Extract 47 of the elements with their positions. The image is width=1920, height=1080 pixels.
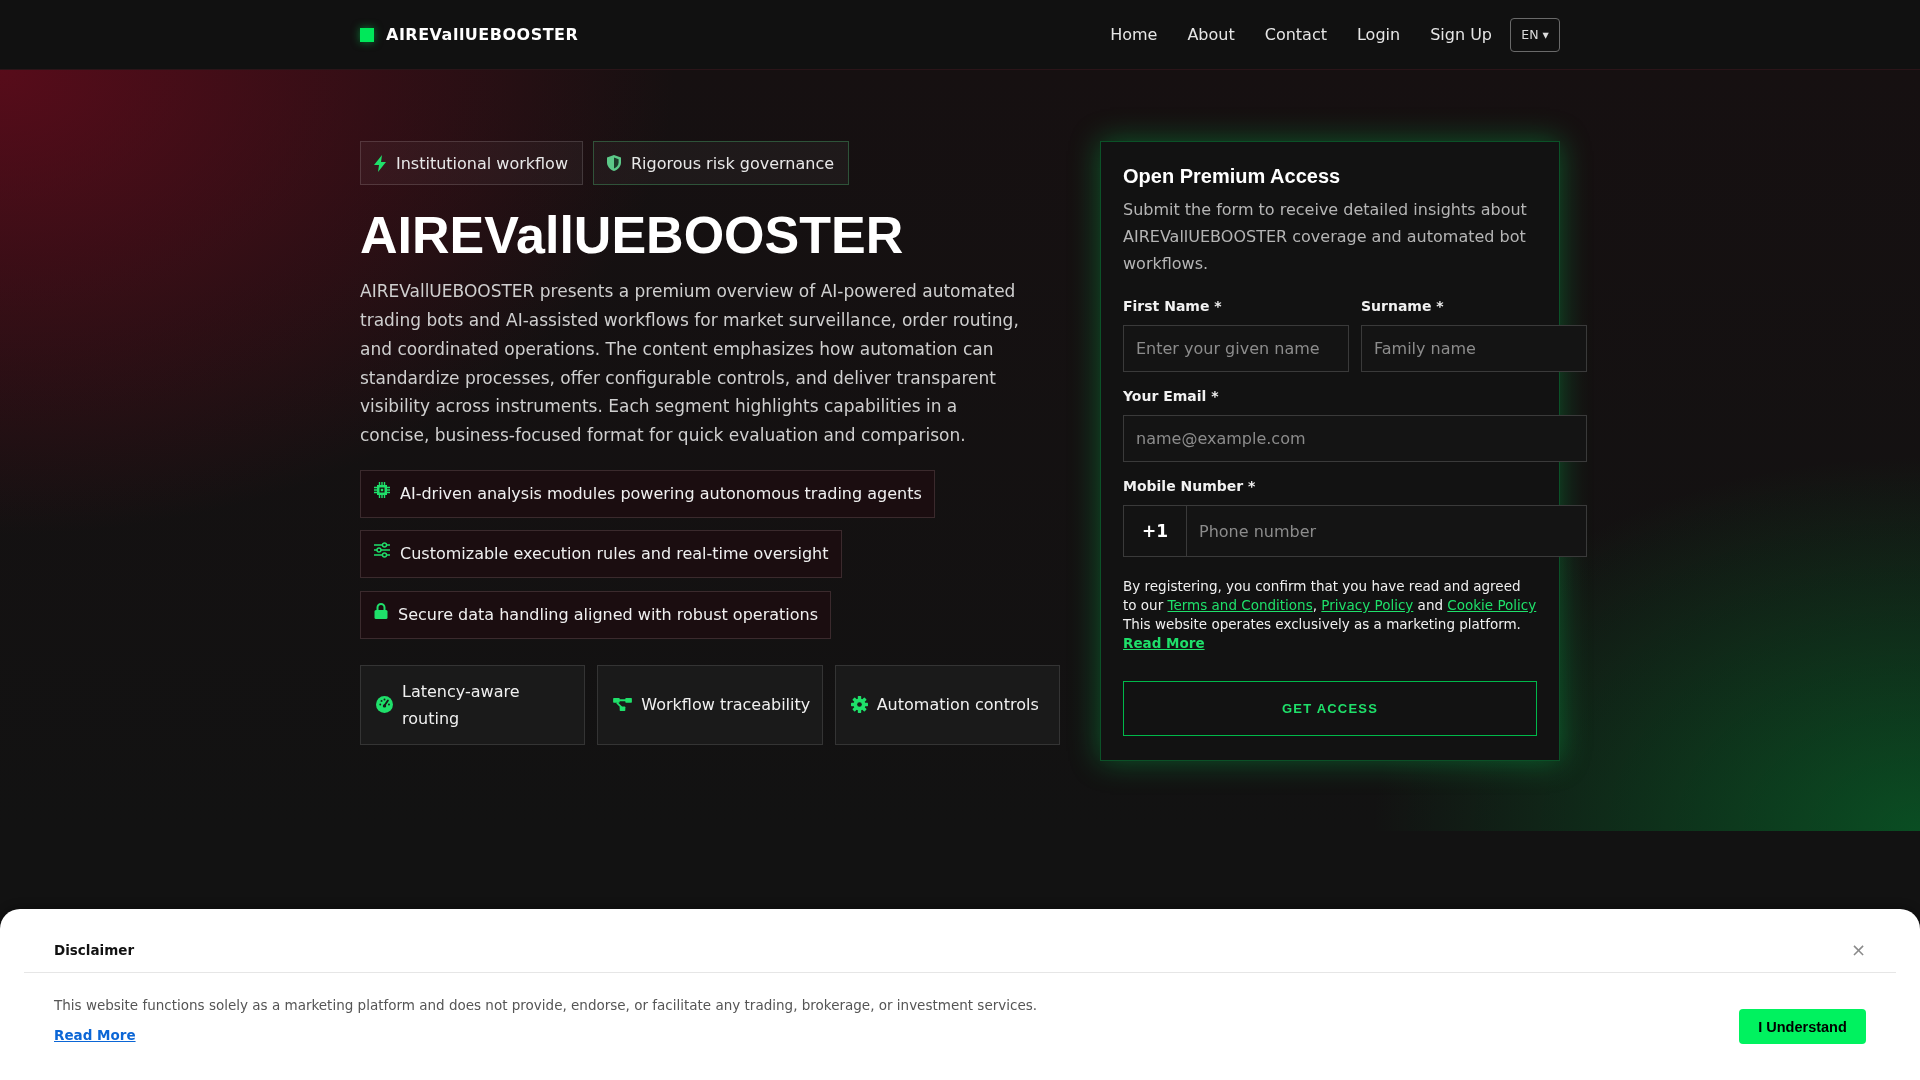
capability-card: Latency-aware routing	[360, 664, 586, 745]
shield-icon	[607, 155, 621, 171]
logo-square-icon	[360, 27, 374, 42]
form-title: Open Premium Access	[1123, 164, 1342, 189]
policy-link[interactable]: Terms and Conditions	[1167, 597, 1313, 613]
lightning-bolt-icon	[374, 154, 386, 172]
speedometer-icon	[376, 696, 393, 714]
feature-item: Secure data handling aligned with robust operations	[360, 590, 831, 639]
input-field[interactable]: Enter your given name	[1123, 325, 1349, 372]
feature-item: Customizable execution rules and real-time oversight	[360, 530, 842, 579]
nav-link[interactable]: Home	[1110, 25, 1158, 44]
disclaimer-title: Disclaimer	[54, 941, 135, 959]
form-description: Submit the form to receive detailed insights about AIREVallUEBOOSTER coverage and automated bot workflows.	[1123, 199, 1528, 275]
language-button[interactable]: EN ▾	[1510, 17, 1560, 52]
phone-input-field[interactable]: Phone number	[1187, 505, 1587, 557]
input-field[interactable]: Family name	[1361, 325, 1587, 372]
nav-link[interactable]: About	[1187, 25, 1235, 44]
intro-paragraph: AIREVallUEBOOSTER presents a premium overview of AI-powered automated trading bots and AI-assisted workflows for market surveillance, order routing, and coordinated operations. The content emphasizes how automation can standardize processes, offer configurable controls, and deliver transparent visibility across instruments. Each segment highlights capabilities in a concise, business-focused format for quick evaluation and comparison.	[360, 280, 1020, 447]
policy-link[interactable]: Cookie Policy	[1447, 597, 1537, 613]
feature-badge: Rigorous risk governance	[593, 141, 850, 185]
input-field[interactable]: name@example.com	[1123, 415, 1587, 462]
brand-name[interactable]: AIREVallUEBOOSTER	[386, 25, 579, 44]
field-label: First Name *	[1123, 297, 1222, 316]
read-more-link[interactable]: Read More	[54, 1025, 136, 1045]
capability-card: Automation controls	[834, 664, 1060, 745]
nav-link[interactable]: Sign Up	[1430, 25, 1492, 44]
settings-gear-icon	[850, 696, 868, 714]
feature-item: AI-driven analysis modules powering autonomous trading agents	[360, 469, 935, 518]
disclaimer-text: This website functions solely as a marketing platform and does not provide, endorse, or facilitate any trading, brokerage, or investment services.	[54, 996, 1038, 1015]
field-label: Mobile Number *	[1123, 477, 1256, 496]
flow-diagram-icon	[613, 697, 633, 713]
hero-title: AIREVallUEBOOSTER	[360, 205, 905, 266]
padlock-icon	[374, 602, 388, 619]
nav-link[interactable]: Login	[1356, 25, 1401, 44]
nav-link[interactable]: Contact	[1264, 25, 1327, 44]
capability-card: Workflow traceability	[597, 664, 823, 745]
read-more-link[interactable]: Read More	[1123, 635, 1205, 651]
sliders-icon	[374, 542, 390, 559]
policy-link[interactable]: Privacy Policy	[1321, 597, 1414, 613]
submit-button[interactable]: GET ACCESS	[1123, 681, 1537, 736]
acknowledge-button[interactable]: I Understand	[1739, 1009, 1866, 1044]
country-code-prefix[interactable]: +1	[1123, 505, 1187, 557]
field-label: Your Email *	[1123, 387, 1219, 406]
feature-badge: Institutional workflow	[360, 141, 583, 185]
field-label: Surname *	[1361, 297, 1444, 316]
microchip-icon	[374, 481, 390, 498]
consent-text: By registering, you confirm that you have read and agreed to our Terms and Conditions, Privacy Policy and Cookie Policy This website operates exclusively as a marketing platform. Read More	[1123, 577, 1537, 653]
